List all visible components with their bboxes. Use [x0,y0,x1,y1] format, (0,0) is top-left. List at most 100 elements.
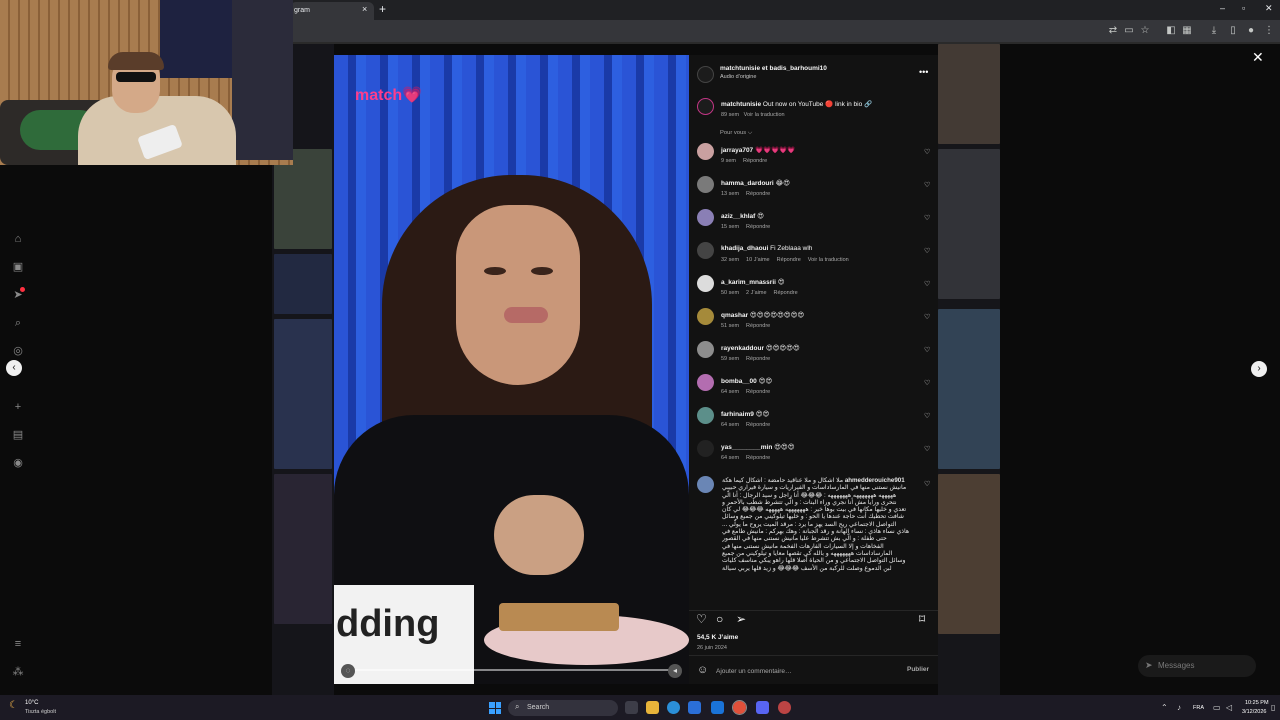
minimize-window-icon[interactable]: – [1220,3,1225,13]
like-comment-icon[interactable]: ♡ [924,214,930,222]
caption-user[interactable]: matchtunisie [721,101,761,108]
menu-icon[interactable]: ≡ [10,636,26,652]
like-comment-icon[interactable]: ♡ [924,480,930,488]
comment-avatar[interactable] [697,440,714,457]
publish-button[interactable]: Publier [907,666,929,673]
reel-video[interactable]: dding match💗 ◌ ◂ [334,55,689,684]
caption-avatar[interactable] [697,98,714,115]
weather-description[interactable]: Tiszta égbolt [25,709,56,715]
comment-avatar[interactable] [697,341,714,358]
volume-icon[interactable]: ◁ [1226,703,1232,712]
store-icon[interactable] [688,701,701,714]
comment-avatar[interactable] [697,275,714,292]
mail-icon[interactable] [711,701,724,714]
comment-likes[interactable]: 2 J’aime [746,290,766,296]
close-window-icon[interactable]: ✕ [1265,3,1273,14]
comment-user[interactable]: rayenkaddour [721,345,764,352]
explore-icon[interactable]: ◎ [10,343,26,359]
like-count[interactable]: 54,5 K J’aime [697,634,738,641]
more-options-icon[interactable]: ••• [919,67,928,77]
file-explorer-icon[interactable] [646,701,659,714]
language-indicator[interactable]: FRA [1193,705,1204,711]
reply-button[interactable]: Répondre [746,356,770,362]
reply-button[interactable]: Répondre [746,389,770,395]
previous-post-button[interactable]: ‹ [6,360,22,376]
extension-icon[interactable]: ◧ [1164,24,1178,38]
search-icon[interactable]: ⌕ [10,315,26,331]
comment-sort-dropdown[interactable]: Pour vous ⌵ [720,130,752,137]
post-author[interactable]: matchtunisie et badis_barhoumi10 [720,65,827,72]
comment-user[interactable]: hamma_dardouri [721,180,774,187]
create-icon[interactable]: + [10,399,26,415]
weather-temp[interactable]: 10°C [25,700,38,706]
edge-icon[interactable] [667,701,680,714]
new-tab-button[interactable]: + [379,2,386,16]
tagged-users-icon[interactable]: ◌ [341,664,355,678]
comment-user[interactable]: aziz__khlaf [721,213,755,220]
discord-icon[interactable] [756,701,769,714]
comment-avatar[interactable] [697,209,714,226]
profile-icon[interactable]: ◉ [10,455,26,471]
also-from-meta-icon[interactable]: ⁂ [10,664,26,680]
caption-translate[interactable]: Voir la traduction [744,112,785,118]
save-icon[interactable]: ⌑ [919,612,925,626]
translate-button[interactable]: Voir la traduction [808,257,849,263]
comment-likes[interactable]: 10 J’aime [746,257,770,263]
close-tab-icon[interactable]: × [362,4,367,14]
like-comment-icon[interactable]: ♡ [924,379,930,387]
download-icon[interactable]: ⤓ [1207,24,1221,38]
author-avatar[interactable] [697,66,714,83]
comment-user[interactable]: yas________min [721,444,772,451]
reply-button[interactable]: Répondre [746,191,770,197]
mute-icon[interactable]: ◂ [668,664,682,678]
share-icon[interactable]: ➢ [736,612,746,626]
comment-avatar[interactable] [697,176,714,193]
comment-avatar[interactable] [697,374,714,391]
video-progress-bar[interactable] [348,669,675,671]
like-comment-icon[interactable]: ♡ [924,247,930,255]
weather-icon[interactable]: ☾ [9,700,18,711]
start-button[interactable] [489,702,501,714]
app-icon[interactable] [778,701,791,714]
cast-icon[interactable]: ▭ [1122,24,1136,38]
notifications-icon[interactable]: ▯ [1271,703,1275,712]
next-post-button[interactable]: › [1251,361,1267,377]
microphone-icon[interactable]: ♪ [1177,703,1181,712]
dashboard-icon[interactable]: ▤ [10,427,26,443]
reels-icon[interactable]: ▣ [10,259,26,275]
comment-avatar[interactable] [697,407,714,424]
translate-icon[interactable]: ⇄ [1106,24,1120,38]
like-icon[interactable]: ♡ [696,612,707,626]
comment-avatar[interactable] [697,143,714,160]
browser-menu-icon[interactable]: ⋮ [1262,24,1276,38]
like-comment-icon[interactable]: ♡ [924,346,930,354]
close-modal-icon[interactable]: ✕ [1252,49,1264,66]
comment-user[interactable]: a_karim_mnassrii [721,279,776,286]
long-comment-avatar[interactable] [697,476,714,493]
reply-button[interactable]: Répondre [777,257,801,263]
long-comment-user[interactable]: ahmedderouiche901 [845,477,905,484]
like-comment-icon[interactable]: ♡ [924,313,930,321]
maximize-window-icon[interactable]: ▫ [1242,3,1245,13]
emoji-icon[interactable]: ☺ [697,664,708,676]
reply-button[interactable]: Répondre [743,158,767,164]
clock-date[interactable]: 3/12/2026 [1242,709,1266,715]
extensions-puzzle-icon[interactable]: ▦ [1180,24,1194,38]
sidebar-toggle-icon[interactable]: ▯ [1226,24,1240,38]
clock-time[interactable]: 10:25 PM [1245,700,1269,706]
like-comment-icon[interactable]: ♡ [924,148,930,156]
like-comment-icon[interactable]: ♡ [924,445,930,453]
like-comment-icon[interactable]: ♡ [924,412,930,420]
comment-user[interactable]: farhinaim9 [721,411,754,418]
reply-button[interactable]: Répondre [746,455,770,461]
tray-overflow-icon[interactable]: ⌃ [1161,703,1168,712]
reply-button[interactable]: Répondre [746,323,770,329]
task-view-icon[interactable] [625,701,638,714]
like-comment-icon[interactable]: ♡ [924,181,930,189]
home-icon[interactable]: ⌂ [10,231,26,247]
comment-user[interactable]: bomba__00 [721,378,757,385]
post-audio[interactable]: Audio d’origine [720,74,756,80]
network-icon[interactable]: ▭ [1213,703,1221,712]
reply-button[interactable]: Répondre [746,224,770,230]
comment-icon[interactable]: ○ [716,612,723,626]
